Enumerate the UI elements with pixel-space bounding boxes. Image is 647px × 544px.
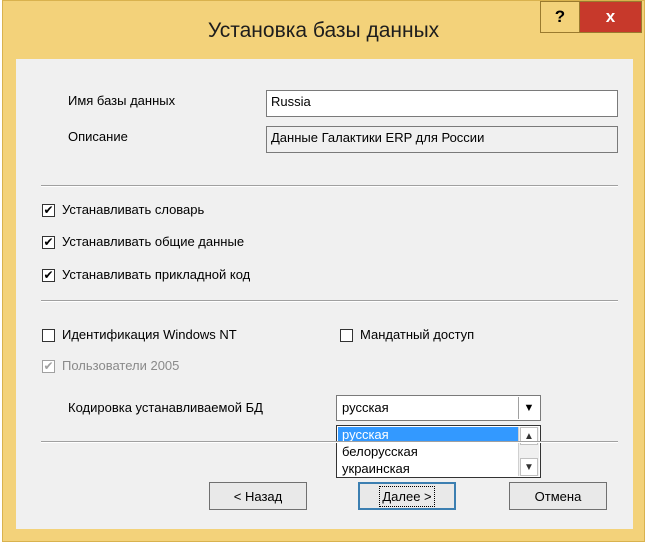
encoding-dropdown-list: русская белорусская украинская ▲ ▼ — [336, 425, 541, 478]
db-name-label: Имя базы данных — [68, 93, 176, 108]
checkbox-label: Мандатный доступ — [360, 327, 475, 342]
checkbox-label: Идентификация Windows NT — [62, 327, 237, 342]
next-button-label: Далее > — [379, 485, 435, 507]
cancel-button-label: Отмена — [534, 488, 582, 504]
description-field: Данные Галактики ERP для России — [266, 126, 618, 153]
dialog-body: Имя базы данных Russia Описание Данные Г… — [16, 59, 633, 529]
encoding-label: Кодировка устанавливаемой БД — [68, 400, 263, 415]
next-button[interactable]: Далее > — [358, 482, 456, 510]
dropdown-option[interactable]: украинская — [338, 461, 410, 477]
dropdown-option[interactable]: белорусская — [338, 444, 418, 460]
chevron-down-icon[interactable]: ▼ — [518, 397, 539, 419]
divider — [41, 441, 618, 443]
down-arrow-icon[interactable]: ▼ — [520, 458, 538, 476]
checkbox-label: Устанавливать прикладной код — [62, 267, 251, 282]
checkbox-label: Пользователи 2005 — [62, 358, 180, 373]
checkbox-label: Устанавливать словарь — [62, 202, 205, 217]
back-button[interactable]: < Назад — [209, 482, 307, 510]
divider — [41, 300, 618, 302]
help-button[interactable]: ? — [540, 1, 580, 33]
checkbox-box[interactable]: ✔ — [42, 236, 55, 249]
divider — [41, 185, 618, 187]
checkbox-box[interactable]: ✔ — [42, 204, 55, 217]
description-label: Описание — [68, 129, 128, 144]
close-button[interactable]: x — [579, 1, 642, 33]
checkbox-box[interactable] — [42, 329, 55, 342]
dropdown-scrollbar[interactable]: ▲ ▼ — [518, 427, 539, 476]
checkbox-label: Устанавливать общие данные — [62, 234, 245, 249]
title-bar[interactable]: Установка базы данных ? x — [3, 1, 644, 59]
checkbox-box[interactable] — [340, 329, 353, 342]
back-button-label: < Назад — [233, 488, 283, 504]
checkbox-box: ✔ — [42, 359, 55, 373]
cancel-button[interactable]: Отмена — [509, 482, 607, 510]
encoding-selected-value: русская — [342, 400, 389, 415]
db-name-input[interactable]: Russia — [266, 90, 618, 117]
dialog-window: Установка базы данных ? x Имя базы данны… — [2, 0, 645, 542]
encoding-select[interactable]: русская ▼ — [336, 395, 541, 421]
checkbox-box[interactable]: ✔ — [42, 269, 55, 282]
